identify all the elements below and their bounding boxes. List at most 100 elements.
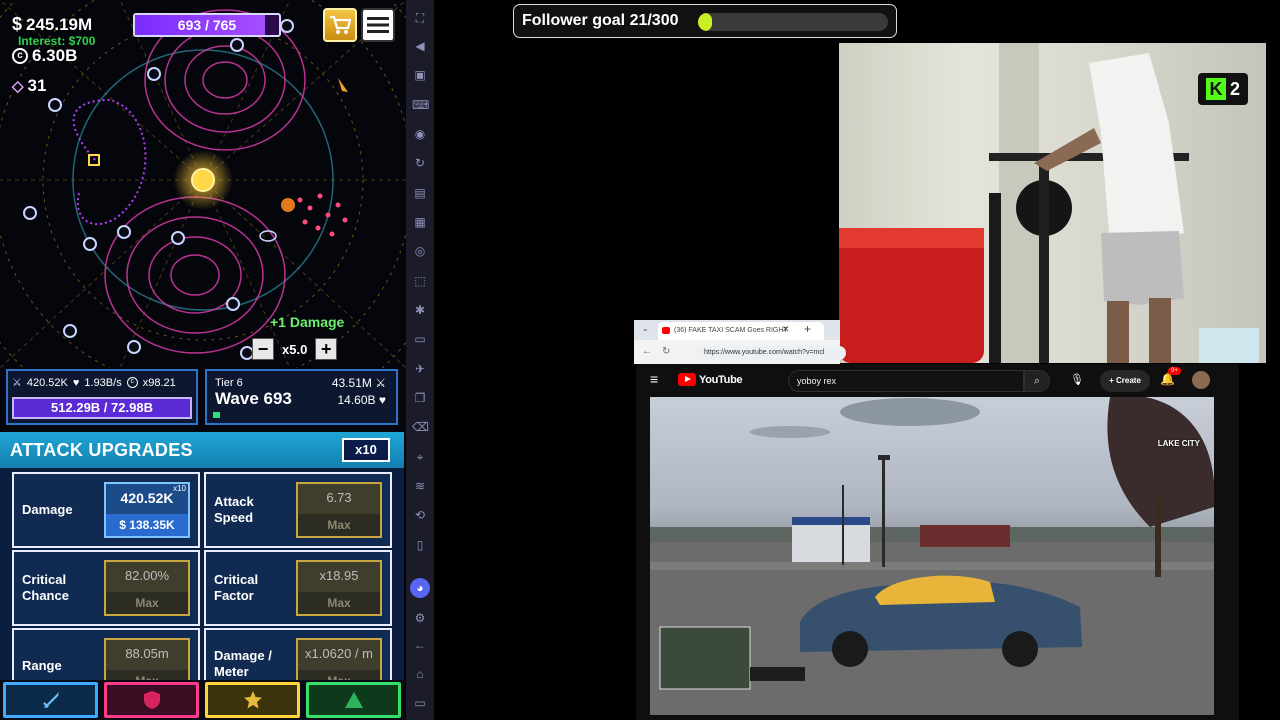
player-stats-panel: ⚔ 420.52K ♥ 1.93B/s c x98.21 512.29B / 7… bbox=[6, 369, 198, 425]
airplane-icon[interactable]: ✈ bbox=[412, 361, 428, 377]
upgrade-card-attack-speed[interactable]: Attack Speed 6.73 Max bbox=[204, 472, 392, 548]
cash-icon: $ bbox=[12, 14, 23, 34]
upgrade-cost: Max bbox=[298, 514, 380, 536]
upgrade-buy-button[interactable]: 6.73 Max bbox=[296, 482, 382, 538]
upgrade-label: Range bbox=[22, 658, 62, 673]
record-icon[interactable]: ◉ bbox=[412, 126, 428, 142]
blank-icon[interactable]: ▯ bbox=[412, 537, 428, 553]
upgrade-label: Damage / Meter bbox=[214, 648, 272, 679]
sword-icon bbox=[42, 692, 59, 708]
heart-icon: ♥ bbox=[72, 376, 80, 389]
upgrade-value: 88.05m bbox=[125, 646, 169, 661]
browser-tab[interactable]: (36) FAKE TAXI SCAM Goes RIGHT bbox=[658, 322, 824, 340]
tab-ultimate[interactable] bbox=[306, 682, 401, 718]
speed-increase-button[interactable]: + bbox=[315, 338, 338, 360]
upgrade-card-range[interactable]: Range 88.05m Max bbox=[12, 628, 200, 680]
tier-label: Tier 6 bbox=[215, 377, 243, 389]
home-icon[interactable]: ⌂ bbox=[412, 666, 428, 682]
buy-multiplier-button[interactable]: x10 bbox=[342, 438, 390, 462]
upgrade-cost: $ 138.35K bbox=[106, 514, 188, 536]
youtube-header: ≡ YouTube yoboy rex ⌕ 🎙 + Create 🔔 9+ bbox=[636, 364, 1239, 397]
upgrade-cost: Max bbox=[106, 592, 188, 614]
gem-icon: ◇ bbox=[12, 78, 24, 95]
upgrade-label: Critical Chance bbox=[22, 572, 69, 603]
layers-icon[interactable]: ≋ bbox=[412, 478, 428, 494]
keyboard-icon[interactable]: ⌨ bbox=[412, 97, 429, 113]
address-bar[interactable]: https://www.youtube.com/watch?v=mcl bbox=[696, 346, 846, 360]
follower-goal-fill bbox=[698, 13, 712, 31]
hamburger-icon[interactable]: ≡ bbox=[650, 371, 658, 387]
install-icon[interactable]: ▤ bbox=[412, 185, 428, 201]
heart-icon: ♥ bbox=[378, 393, 386, 407]
sync-icon[interactable]: ↻ bbox=[412, 155, 428, 171]
speed-decrease-button[interactable]: − bbox=[252, 338, 274, 360]
wave-progress-text: 693 / 765 bbox=[177, 17, 237, 33]
volume-icon[interactable]: ◀ bbox=[412, 38, 428, 54]
game-panel: $ 245.19M Interest: $700 c 6.30B ◇ 31 69… bbox=[0, 0, 406, 720]
coins-value: 6.30B bbox=[32, 46, 78, 65]
shop-button[interactable] bbox=[323, 8, 357, 42]
kick-count: 2 bbox=[1229, 78, 1240, 99]
reload-icon[interactable]: ↻ bbox=[662, 346, 670, 357]
create-button[interactable]: + Create bbox=[1100, 370, 1150, 392]
tab-defense[interactable] bbox=[104, 682, 199, 718]
eraser-icon[interactable]: ⌫ bbox=[412, 419, 429, 435]
tab-attack[interactable] bbox=[3, 682, 98, 718]
history-icon[interactable]: ⟲ bbox=[412, 507, 428, 523]
discord-icon[interactable]: ◕ bbox=[410, 578, 430, 598]
browser-tab-strip: ⌄ (36) FAKE TAXI SCAM Goes RIGHT ✕ + bbox=[634, 320, 840, 340]
recents-icon[interactable]: ▭ bbox=[412, 695, 428, 711]
cash-display: $ 245.19M bbox=[12, 14, 92, 35]
upgrade-buy-button[interactable]: 82.00% Max bbox=[104, 560, 190, 616]
video-player[interactable]: LAKE CITY bbox=[650, 397, 1214, 715]
macro-icon[interactable]: ✱ bbox=[412, 302, 428, 318]
sword-icon: ⚔ bbox=[375, 376, 386, 390]
tab-utility[interactable] bbox=[205, 682, 300, 718]
gallery-icon[interactable]: ▭ bbox=[412, 331, 428, 347]
capture-icon[interactable]: ⬚ bbox=[412, 273, 428, 289]
browser-tab-title: (36) FAKE TAXI SCAM Goes RIGHT bbox=[674, 327, 788, 334]
gems-value: 31 bbox=[27, 76, 47, 95]
new-tab-icon[interactable]: + bbox=[804, 322, 811, 336]
upgrade-card-damage[interactable]: Damage x10 420.52K $ 138.35K bbox=[12, 472, 200, 548]
cart-icon bbox=[330, 15, 351, 34]
notification-count: 9+ bbox=[1168, 367, 1181, 375]
upgrade-value: x1.0620 / m bbox=[305, 646, 373, 661]
upgrade-card-critical-factor[interactable]: Critical Factor x18.95 Max bbox=[204, 550, 392, 626]
upgrades-list[interactable]: Damage x10 420.52K $ 138.35K Attack Spee… bbox=[0, 468, 404, 680]
youtube-play-icon bbox=[678, 373, 696, 386]
upgrade-cost: Max bbox=[106, 670, 188, 680]
upgrade-buy-button[interactable]: x10 420.52K $ 138.35K bbox=[104, 482, 190, 538]
upgrade-value: 420.52K bbox=[120, 490, 174, 506]
youtube-logo[interactable]: YouTube bbox=[678, 373, 743, 386]
avatar[interactable] bbox=[1192, 371, 1210, 389]
youtube-search-input[interactable]: yoboy rex bbox=[788, 370, 1024, 392]
upgrade-buy-button[interactable]: x1.0620 / m Max bbox=[296, 638, 382, 680]
upgrade-buy-button[interactable]: 88.05m Max bbox=[104, 638, 190, 680]
tab-close-icon[interactable]: ✕ bbox=[782, 324, 790, 335]
coin-icon: c bbox=[12, 48, 28, 64]
coin-multiplier: x98.21 bbox=[142, 376, 176, 389]
fullscreen-icon[interactable]: ⛶ bbox=[412, 10, 428, 26]
upgrade-card-damage-per-meter[interactable]: Damage / Meter x1.0620 / m Max bbox=[204, 628, 392, 680]
settings-icon[interactable]: ⚙ bbox=[412, 610, 428, 626]
screen-icon[interactable]: ▣ bbox=[412, 67, 428, 83]
apk-icon[interactable]: ▦ bbox=[412, 214, 428, 230]
microphone-icon[interactable]: 🎙 bbox=[1070, 373, 1084, 386]
screenshot-icon[interactable]: ◎ bbox=[412, 243, 428, 259]
player-damage: 420.52K bbox=[26, 376, 68, 389]
back-icon[interactable]: ← bbox=[412, 637, 428, 653]
triangle-icon bbox=[344, 692, 363, 708]
upgrade-buy-button[interactable]: x18.95 Max bbox=[296, 560, 382, 616]
upgrade-card-critical-chance[interactable]: Critical Chance 82.00% Max bbox=[12, 550, 200, 626]
back-icon[interactable]: ← bbox=[642, 346, 652, 357]
menu-button[interactable] bbox=[361, 8, 395, 42]
wave-stats-panel: Tier 6 Wave 693 43.51M ⚔ 14.60B ♥ bbox=[205, 369, 398, 425]
search-icon[interactable]: ⌕ bbox=[1024, 370, 1050, 392]
multi-instance-icon[interactable]: ❐ bbox=[412, 390, 428, 406]
coins-display: c 6.30B bbox=[12, 46, 77, 66]
video-frame bbox=[650, 397, 1214, 715]
tab-dropdown-icon[interactable]: ⌄ bbox=[642, 324, 649, 333]
upgrade-value: 82.00% bbox=[124, 568, 170, 583]
location-icon[interactable]: ⌖ bbox=[412, 449, 428, 465]
